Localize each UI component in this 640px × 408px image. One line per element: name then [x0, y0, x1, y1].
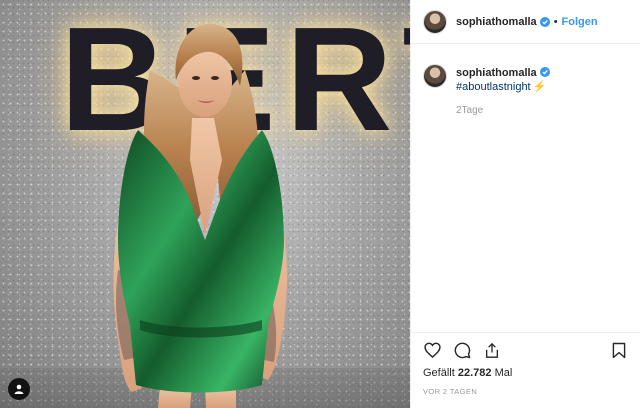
- like-count[interactable]: Gefällt 22.782 Mal: [423, 367, 628, 379]
- avatar[interactable]: [423, 64, 447, 88]
- verified-badge-icon: [539, 67, 550, 77]
- comment-icon[interactable]: [453, 341, 471, 359]
- likes-number: 22.782: [457, 367, 492, 379]
- caption-username[interactable]: sophiathomalla: [456, 67, 537, 79]
- post-header: sophiathomalla • Folgen: [411, 0, 640, 44]
- woman-figure: [113, 23, 287, 408]
- post-side-panel: sophiathomalla • Folgen sophiathomalla #…: [410, 0, 640, 408]
- post-footer: Gefällt 22.782 Mal VOR 2 TAGEN: [411, 332, 640, 408]
- instagram-post: BERT: [0, 0, 640, 408]
- post-photo[interactable]: BERT: [0, 0, 410, 408]
- bookmark-icon[interactable]: [610, 341, 628, 359]
- verified-badge-icon: [539, 16, 550, 27]
- comments-area: sophiathomalla #aboutlastnight ⚡ 2Tage: [411, 44, 640, 332]
- lightning-emoji: ⚡: [532, 81, 547, 93]
- comment-time[interactable]: 2Tage: [456, 104, 628, 118]
- caption-hashtag[interactable]: #aboutlastnight: [456, 81, 531, 93]
- likes-prefix: Gefällt: [423, 367, 455, 379]
- avatar[interactable]: [423, 9, 447, 34]
- caption-body: sophiathomalla #aboutlastnight ⚡ 2Tage: [456, 64, 628, 118]
- action-bar: [423, 333, 628, 367]
- caption-comment: sophiathomalla #aboutlastnight ⚡ 2Tage: [423, 64, 628, 118]
- share-icon[interactable]: [483, 341, 501, 359]
- header-separator: •: [553, 15, 558, 28]
- header-username[interactable]: sophiathomalla: [456, 16, 537, 28]
- post-timestamp[interactable]: VOR 2 TAGEN: [423, 387, 628, 396]
- heart-icon[interactable]: [423, 341, 441, 359]
- tagged-user-icon[interactable]: [8, 378, 30, 400]
- likes-suffix: Mal: [494, 367, 513, 379]
- follow-button[interactable]: Folgen: [562, 16, 598, 28]
